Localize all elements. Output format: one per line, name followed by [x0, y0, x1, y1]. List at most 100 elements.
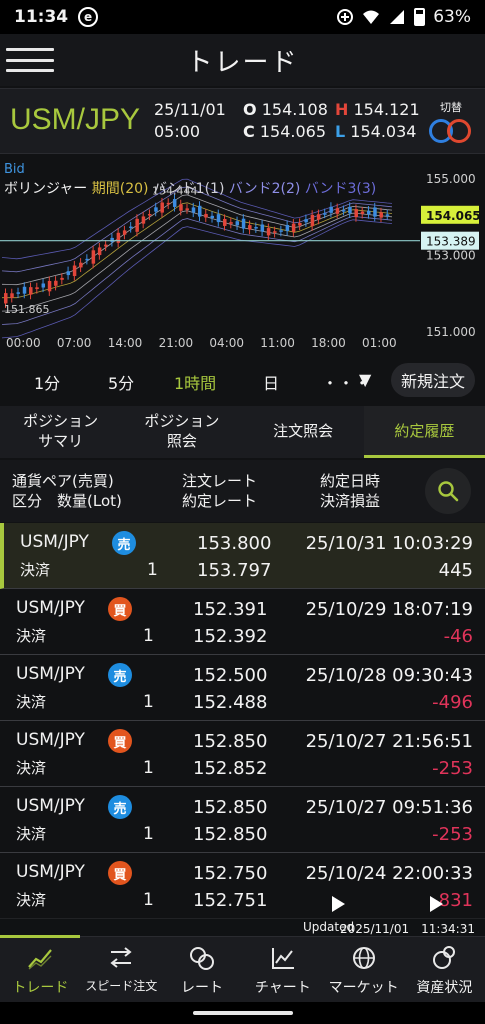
- x-tick-label: 11:00: [260, 336, 295, 350]
- candle-body: [41, 283, 46, 288]
- timeframe-day[interactable]: 日: [263, 370, 279, 394]
- candle-body: [298, 222, 302, 226]
- new-order-button[interactable]: 新規注文: [390, 363, 475, 397]
- timeframe-5min[interactable]: 5分: [108, 370, 134, 394]
- timeframe-bar: 1分 5分 1時間 日 ・・・ ▼ 新規注文: [0, 360, 485, 402]
- row-pair: USM/JPY: [16, 862, 85, 882]
- table-row[interactable]: USM/JPY 買 決済 1 152.750 152.751 25/10/24 …: [0, 853, 485, 919]
- nav-speed-order[interactable]: スピード注文: [81, 937, 162, 1002]
- row-pl: -46: [443, 626, 473, 647]
- chart-icon: [271, 948, 294, 969]
- header-date-column: 約定日時 決済損益: [320, 471, 380, 511]
- y-tick-label: 151.000: [426, 325, 476, 339]
- table-row[interactable]: USM/JPY 買 決済 1 152.850 152.852 25/10/27 …: [0, 721, 485, 787]
- currency-pair[interactable]: USM/JPY: [10, 103, 140, 137]
- table-row[interactable]: USM/JPY 売 決済 1 152.500 152.488 25/10/28 …: [0, 655, 485, 721]
- row-kind: 決済: [16, 825, 47, 843]
- rate-icon: [189, 947, 214, 970]
- speed-order-icon: [110, 947, 132, 968]
- search-button[interactable]: [425, 468, 471, 514]
- nav-market[interactable]: マーケット: [323, 937, 404, 1002]
- status-time: 11:34: [14, 7, 69, 27]
- row-pl: -496: [432, 692, 473, 713]
- row-order-rate: 152.850: [193, 797, 268, 818]
- table-row[interactable]: USM/JPY 売 決済 1 152.850 152.850 25/10/27 …: [0, 787, 485, 853]
- table-row[interactable]: USM/JPY 買 決済 1 152.391 152.392 25/10/29 …: [0, 589, 485, 655]
- switch-button[interactable]: 切替: [427, 99, 475, 145]
- data-saver-icon: [337, 9, 354, 25]
- tab-position-inquiry[interactable]: ポジション 照会: [121, 406, 242, 458]
- row-kind: 決済: [16, 759, 47, 777]
- close-label: C: [243, 122, 255, 141]
- tab-bar: ポジション サマリ ポジション 照会 注文照会 約定履歴: [0, 406, 485, 458]
- buy-badge: 買: [108, 861, 132, 885]
- switch-label: 切替: [440, 101, 462, 114]
- nav-assets[interactable]: 資産状況: [404, 937, 485, 1002]
- play-icon[interactable]: [332, 896, 345, 912]
- chevron-down-icon[interactable]: ▼: [359, 370, 371, 389]
- candle-body: [316, 214, 321, 220]
- row-pl: -253: [432, 758, 473, 779]
- row-kind: 決済: [16, 627, 47, 645]
- low-label: L: [335, 122, 346, 141]
- row-kind: 決済: [16, 693, 47, 711]
- nav-chart[interactable]: チャート: [242, 937, 323, 1002]
- table-row[interactable]: USM/JPY 売 決済 1 153.800 153.797 25/10/31 …: [0, 523, 485, 589]
- candle-body: [47, 280, 52, 292]
- column-label: 区分 数量(Lot): [12, 492, 122, 510]
- row-datetime: 25/10/29 18:07:19: [305, 599, 473, 620]
- candle-body: [91, 250, 96, 264]
- quote-date: 25/11/01: [154, 100, 226, 119]
- row-exec-rate: 152.852: [193, 758, 268, 779]
- candle-body: [160, 202, 164, 213]
- nav-label: マーケット: [328, 980, 399, 996]
- row-datetime: 25/10/31 10:03:29: [305, 533, 473, 554]
- candle-body: [122, 230, 127, 235]
- nav-label: 資産状況: [416, 980, 473, 996]
- play-icon[interactable]: [430, 896, 443, 912]
- timeframe-1hour[interactable]: 1時間: [174, 370, 216, 394]
- row-order-rate: 152.850: [193, 731, 268, 752]
- tab-label: 注文照会: [273, 421, 334, 440]
- candle-body: [191, 207, 196, 213]
- timeframe-1min[interactable]: 1分: [34, 370, 60, 394]
- candle-body: [141, 216, 146, 224]
- candle-body: [266, 228, 271, 236]
- candle-body: [172, 199, 177, 207]
- candle-body: [223, 218, 227, 226]
- low-annotation: 151.865: [4, 303, 50, 316]
- candle-body: [29, 287, 33, 295]
- tab-order-inquiry[interactable]: 注文照会: [243, 406, 364, 458]
- indicator-legend: ボリンジャー 期間(20) バンド1(1) バンド2(2) バンド3(3): [4, 178, 376, 198]
- candle-body: [147, 214, 152, 216]
- header-rate-column: 注文レート 約定レート: [182, 471, 257, 511]
- band1-line: [1, 194, 393, 286]
- wifi-icon: [363, 10, 380, 24]
- tab-position-summary[interactable]: ポジション サマリ: [0, 406, 121, 458]
- tab-label: サマリ: [38, 431, 84, 450]
- row-order-rate: 152.500: [193, 665, 268, 686]
- band2-line: [1, 215, 393, 325]
- row-exec-rate: 152.850: [193, 824, 268, 845]
- tab-execution-history[interactable]: 約定履歴: [363, 406, 485, 458]
- nav-rate[interactable]: レート: [162, 937, 243, 1002]
- price-chart[interactable]: 155.000 153.000 151.000 154.065 153.389 154.4…: [0, 156, 485, 356]
- row-datetime: 25/10/28 09:30:43: [305, 665, 473, 686]
- row-pair: USM/JPY: [16, 598, 85, 618]
- signal-icon: [390, 10, 405, 24]
- quote-panel: USM/JPY 25/11/01 05:00 O 154.108 H 154.1…: [0, 88, 485, 154]
- indicator-band3: バンド3(3): [304, 181, 377, 197]
- candle-body: [241, 218, 246, 229]
- candle-body: [360, 211, 365, 214]
- candle-body: [248, 225, 252, 230]
- candle-body: [116, 232, 121, 243]
- app-notification-icon: e: [78, 7, 99, 27]
- header-pair-column: 通貨ペア(売買) 区分 数量(Lot): [12, 471, 122, 511]
- nav-trade[interactable]: トレード: [0, 935, 81, 1002]
- status-bar: 11:34 e 63%: [0, 0, 485, 34]
- menu-icon[interactable]: [6, 48, 54, 72]
- candle-body: [235, 221, 240, 226]
- row-qty: 1: [143, 824, 154, 844]
- open-label: O: [243, 100, 257, 119]
- row-exec-rate: 152.392: [193, 626, 268, 647]
